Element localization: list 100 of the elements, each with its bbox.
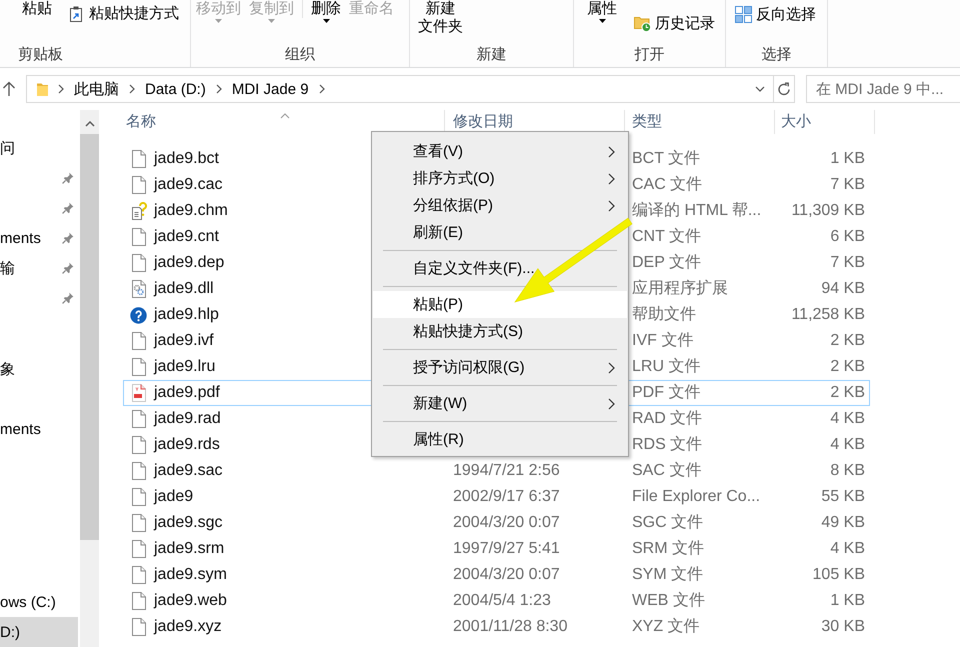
nav-item[interactable]: ments bbox=[0, 414, 80, 444]
file-name[interactable]: jade9.sym bbox=[154, 564, 227, 586]
file-name[interactable]: jade9.sgc bbox=[154, 512, 222, 534]
file-name[interactable]: jade9.ivf bbox=[154, 330, 214, 352]
file-name[interactable]: jade9.dep bbox=[154, 252, 224, 274]
search-field[interactable]: 在 MDI Jade 9 中... bbox=[806, 75, 960, 103]
pdf-document-icon bbox=[130, 384, 146, 402]
menu-item[interactable]: 新建(W) bbox=[373, 390, 627, 417]
scrollbar[interactable] bbox=[80, 110, 99, 647]
file-name[interactable]: jade9.hlp bbox=[154, 304, 219, 326]
address-bar[interactable]: 此电脑 Data (D:) MDI Jade 9 bbox=[26, 75, 774, 103]
document-icon bbox=[130, 618, 146, 636]
document-icon bbox=[130, 228, 146, 246]
file-type: 应用程序扩展 bbox=[632, 280, 728, 297]
up-arrow-icon[interactable] bbox=[2, 81, 16, 97]
document-icon bbox=[130, 566, 146, 584]
clipboard-icon bbox=[70, 6, 82, 22]
file-name[interactable]: jade9.chm bbox=[154, 200, 228, 222]
menu-item[interactable]: 刷新(E) bbox=[373, 219, 627, 246]
document-icon bbox=[130, 514, 146, 532]
chevron-up-icon[interactable] bbox=[84, 121, 94, 127]
nav-item[interactable]: D:) bbox=[0, 617, 78, 647]
file-size: 1 KB bbox=[830, 592, 865, 609]
menu-item[interactable]: 排序方式(O) bbox=[373, 165, 627, 192]
ribbon-button[interactable]: 粘贴 bbox=[22, 0, 52, 18]
nav-item[interactable]: ows (C:) bbox=[0, 587, 80, 617]
file-size: 7 KB bbox=[830, 176, 865, 193]
file-name[interactable]: jade9.xyz bbox=[154, 616, 222, 638]
file-name[interactable]: jade9.web bbox=[154, 590, 227, 612]
ribbon-button[interactable]: 属性 bbox=[587, 0, 617, 23]
modified-date: 2001/11/28 8:30 bbox=[453, 618, 568, 635]
breadcrumb[interactable]: 此电脑 bbox=[74, 80, 119, 98]
file-name[interactable]: jade9.dll bbox=[154, 278, 214, 300]
chevron-right-icon[interactable] bbox=[216, 84, 222, 94]
file-name[interactable]: jade9.cnt bbox=[154, 226, 219, 248]
group-label: 选择 bbox=[762, 45, 792, 65]
file-type: LRU 文件 bbox=[632, 358, 700, 375]
file-name[interactable]: jade9.sac bbox=[154, 460, 222, 482]
nav-item[interactable]: ments bbox=[0, 223, 80, 253]
modified-date: 2004/3/20 0:07 bbox=[453, 566, 560, 583]
group-label: 剪贴板 bbox=[18, 45, 63, 65]
file-type: XYZ 文件 bbox=[632, 618, 700, 635]
refresh-icon bbox=[777, 82, 791, 96]
file-name[interactable]: jade9.rad bbox=[154, 408, 221, 430]
ribbon-button[interactable]: 新建 文件夹 bbox=[418, 0, 463, 36]
file-size: 2 KB bbox=[830, 384, 865, 401]
nav-item[interactable]: 问 bbox=[0, 133, 80, 163]
menu-item[interactable]: 分组依据(P) bbox=[373, 192, 627, 219]
folder-clock-icon bbox=[634, 15, 651, 32]
file-type: IVF 文件 bbox=[632, 332, 694, 349]
file-type: CNT 文件 bbox=[632, 228, 702, 245]
breadcrumb[interactable]: MDI Jade 9 bbox=[232, 80, 309, 98]
file-name[interactable]: jade9.pdf bbox=[154, 382, 220, 404]
file-name[interactable]: jade9.srm bbox=[154, 538, 224, 560]
breadcrumb[interactable]: Data (D:) bbox=[145, 80, 206, 98]
nav-item[interactable]: 象 bbox=[0, 354, 80, 384]
menu-item[interactable]: 自定义文件夹(F)... bbox=[373, 255, 627, 282]
help-icon bbox=[130, 306, 147, 324]
sort-chevron-icon bbox=[280, 113, 290, 119]
file-name[interactable]: jade9 bbox=[154, 486, 194, 508]
file-type: RDS 文件 bbox=[632, 436, 702, 453]
file-type: File Explorer Co... bbox=[632, 488, 760, 505]
file-type: WEB 文件 bbox=[632, 592, 705, 609]
menu-item[interactable]: 属性(R) bbox=[373, 426, 627, 453]
chevron-right-icon[interactable] bbox=[318, 84, 325, 94]
menu-item[interactable]: 授予访问权限(G) bbox=[373, 354, 627, 381]
menu-item[interactable]: 查看(V) bbox=[373, 138, 627, 165]
ribbon-button[interactable]: 粘贴快捷方式 bbox=[70, 0, 179, 22]
menu-item[interactable]: 粘贴(P) bbox=[373, 291, 627, 318]
file-size: 4 KB bbox=[830, 540, 865, 557]
file-size: 2 KB bbox=[830, 332, 865, 349]
file-size: 4 KB bbox=[830, 436, 865, 453]
file-name[interactable]: jade9.cac bbox=[154, 174, 222, 196]
modified-date: 2002/9/17 6:37 bbox=[453, 488, 560, 505]
ribbon-button[interactable]: 历史记录 bbox=[634, 0, 715, 32]
chevron-right-icon[interactable] bbox=[58, 84, 64, 94]
document-icon bbox=[130, 436, 146, 454]
ribbon-button[interactable]: 删除 bbox=[311, 0, 341, 23]
refresh-button[interactable] bbox=[774, 75, 795, 103]
gear-document-icon bbox=[130, 280, 146, 298]
document-icon bbox=[130, 462, 146, 480]
menu-item[interactable]: 粘贴快捷方式(S) bbox=[373, 318, 627, 345]
chevron-right-icon[interactable] bbox=[129, 84, 135, 94]
file-type: 帮助文件 bbox=[632, 306, 696, 323]
document-icon bbox=[130, 176, 146, 194]
file-name[interactable]: jade9.lru bbox=[154, 356, 216, 378]
file-size: 7 KB bbox=[830, 254, 865, 271]
modified-date: 1997/9/27 5:41 bbox=[453, 540, 560, 557]
modified-date: 2004/5/4 1:23 bbox=[453, 592, 551, 609]
ribbon-button[interactable]: 反向选择 bbox=[735, 0, 816, 23]
group-label: 打开 bbox=[634, 45, 664, 65]
file-size: 1 KB bbox=[830, 150, 865, 167]
file-name[interactable]: jade9.rds bbox=[154, 434, 220, 456]
file-name[interactable]: jade9.bct bbox=[154, 148, 219, 170]
nav-item[interactable]: 输 bbox=[0, 253, 80, 283]
file-type: 编译的 HTML 帮... bbox=[632, 202, 762, 219]
column-header[interactable]: 大小 bbox=[775, 110, 875, 134]
modified-date: 2004/3/20 0:07 bbox=[453, 514, 560, 531]
scrollbar-thumb[interactable] bbox=[80, 134, 99, 540]
chevron-down-icon[interactable] bbox=[755, 86, 765, 92]
